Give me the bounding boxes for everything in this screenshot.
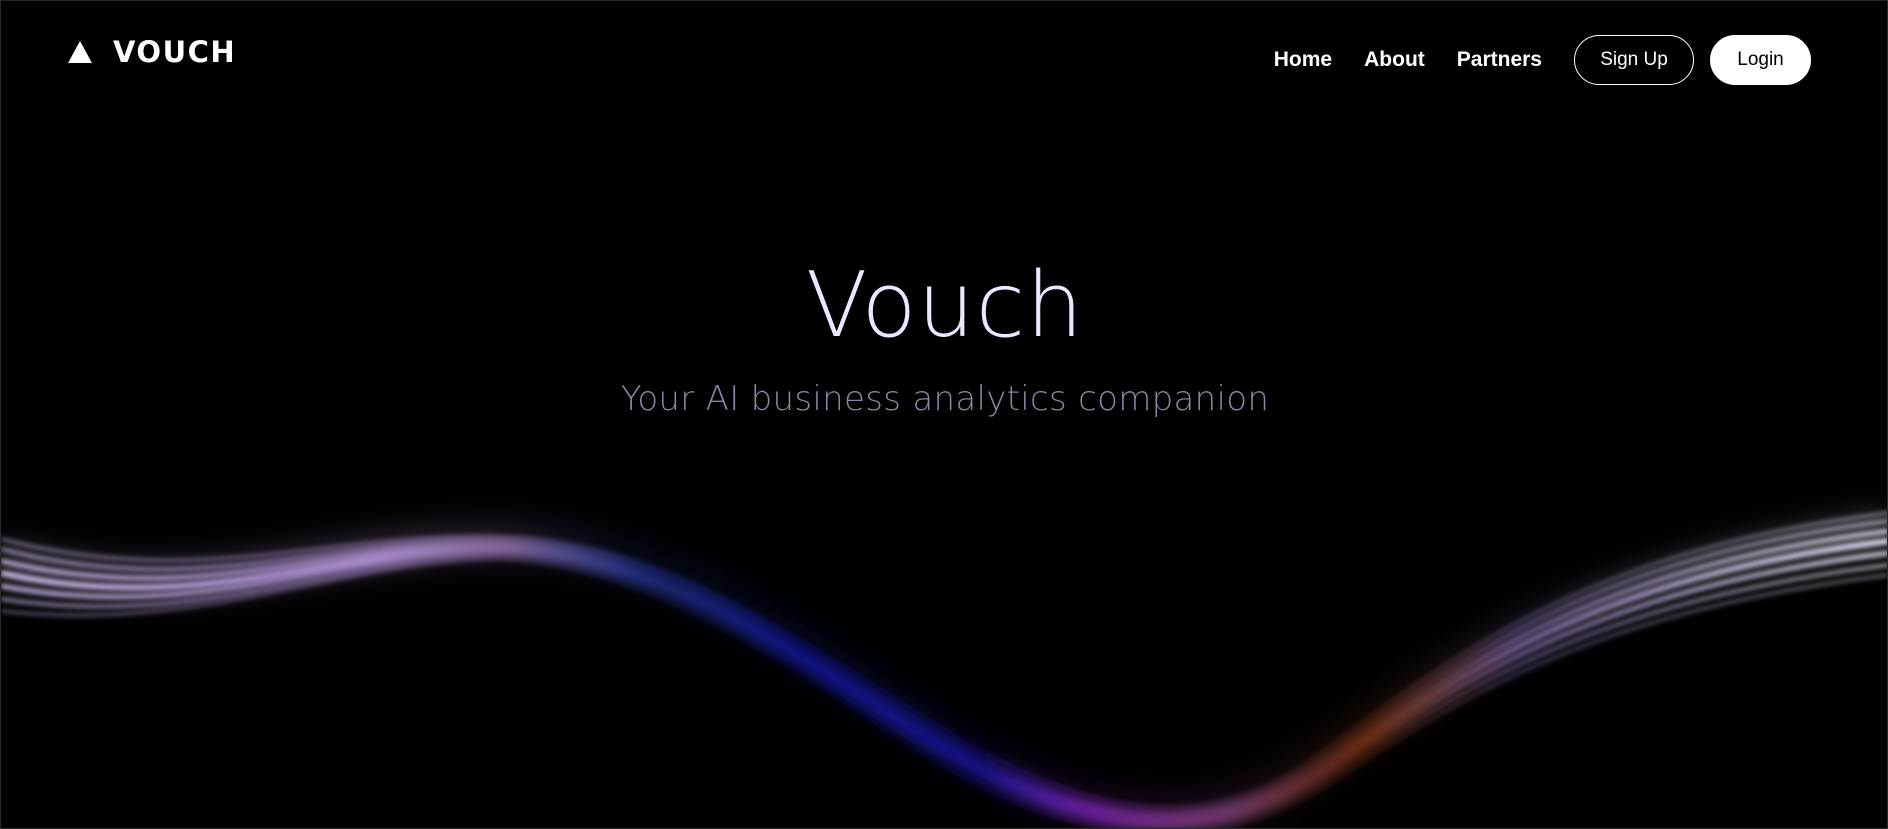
brand[interactable]: VOUCH <box>67 34 236 70</box>
main-nav: Home About Partners Sign Up Login <box>1274 35 1811 85</box>
page: VOUCH Home About Partners Sign Up Login … <box>0 0 1888 829</box>
hero-subtitle: Your AI business analytics companion <box>620 379 1270 419</box>
nav-link-partners[interactable]: Partners <box>1457 35 1542 85</box>
nav-link-about[interactable]: About <box>1364 35 1425 85</box>
nav-link-home[interactable]: Home <box>1274 35 1332 85</box>
brand-name: VOUCH <box>113 35 237 69</box>
sign-up-button[interactable]: Sign Up <box>1574 35 1694 85</box>
triangle-icon <box>68 41 92 63</box>
login-button[interactable]: Login <box>1710 35 1811 85</box>
hero-title: Vouch <box>805 253 1085 358</box>
